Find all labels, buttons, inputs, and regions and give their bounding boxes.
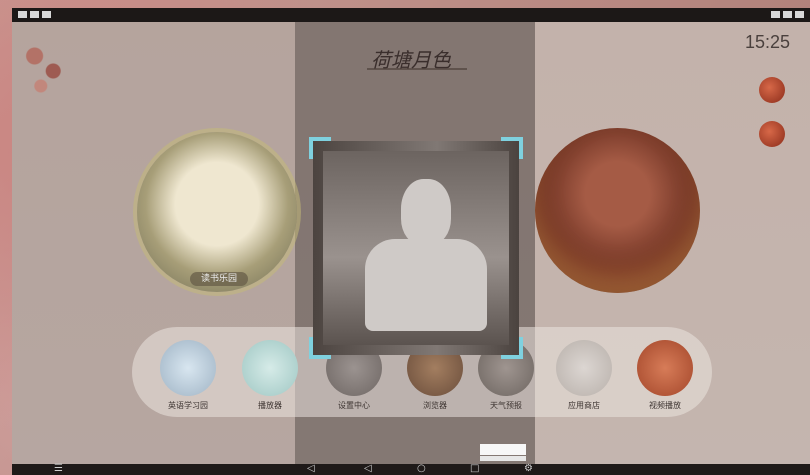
white-label-bar bbox=[480, 444, 526, 455]
person-body-icon bbox=[365, 239, 487, 331]
back-icon[interactable]: ◁ bbox=[364, 463, 372, 475]
face-scan-view bbox=[323, 151, 509, 345]
recents-icon[interactable]: □ bbox=[470, 463, 479, 475]
wifi-icon bbox=[783, 11, 792, 18]
signal-icon bbox=[795, 11, 804, 18]
settings-icon[interactable]: ⚙ bbox=[524, 463, 533, 475]
clock: 15:25 bbox=[744, 32, 790, 52]
book-app-circle[interactable] bbox=[137, 132, 297, 292]
white-label-bar-secondary bbox=[480, 456, 526, 461]
menu-icon[interactable]: ☰ bbox=[54, 463, 63, 475]
status-bar bbox=[12, 8, 810, 22]
person-head-icon bbox=[401, 179, 451, 245]
round-button-second[interactable] bbox=[759, 121, 785, 147]
dock-item-video[interactable] bbox=[637, 340, 693, 396]
volume-icon[interactable]: ◁ bbox=[307, 463, 315, 475]
dock-item-player[interactable] bbox=[242, 340, 298, 396]
globe-app-circle[interactable] bbox=[535, 128, 700, 293]
navigation-bar bbox=[12, 464, 810, 475]
notification-icon bbox=[42, 11, 51, 18]
notification-icon bbox=[18, 11, 27, 18]
status-right-icons bbox=[771, 11, 804, 18]
status-left-icons bbox=[18, 11, 51, 18]
dock-label-english: 英语学习园 bbox=[168, 401, 208, 410]
dock-label-player: 播放器 bbox=[258, 401, 282, 410]
launcher-screen: 荷塘月色 15:25 读书乐园 英语学习园 播放器 设置中心 浏览器 天气预报 … bbox=[12, 22, 810, 464]
tablet-screen: 荷塘月色 15:25 读书乐园 英语学习园 播放器 设置中心 浏览器 天气预报 … bbox=[12, 8, 810, 475]
dock-label-video: 视频播放 bbox=[649, 401, 681, 410]
dock-label-weather: 天气预报 bbox=[490, 401, 522, 410]
book-app-label: 读书乐园 bbox=[190, 272, 248, 286]
dock-label-store: 应用商店 bbox=[568, 401, 600, 410]
scan-corner-bottom-right bbox=[501, 337, 523, 359]
notification-icon bbox=[30, 11, 39, 18]
dock-item-store[interactable] bbox=[556, 340, 612, 396]
scan-corner-top-right bbox=[501, 137, 523, 159]
scan-corner-top-left bbox=[309, 137, 331, 159]
dock-item-english[interactable] bbox=[160, 340, 216, 396]
battery-icon bbox=[771, 11, 780, 18]
round-button-top[interactable] bbox=[759, 77, 785, 103]
face-scan-frame bbox=[309, 137, 523, 359]
dock-label-browser: 浏览器 bbox=[423, 401, 447, 410]
scan-corner-bottom-left bbox=[309, 337, 331, 359]
home-icon[interactable]: ○ bbox=[417, 463, 426, 475]
app-subtitle-line bbox=[367, 68, 467, 70]
dock-label-settings: 设置中心 bbox=[338, 401, 370, 410]
